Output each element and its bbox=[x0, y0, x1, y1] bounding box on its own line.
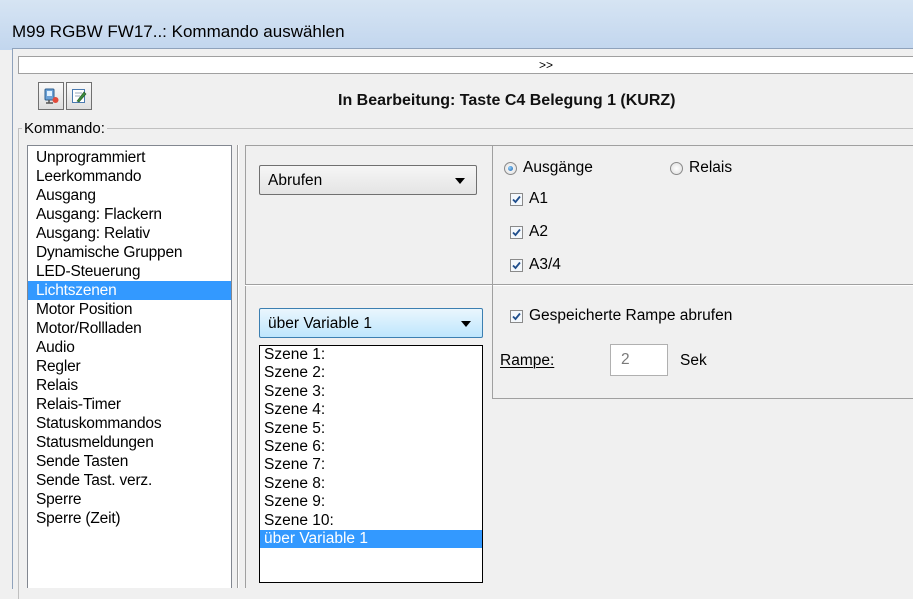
dropdown-option[interactable]: Szene 4: bbox=[260, 401, 482, 419]
dropdown-option[interactable]: Szene 2: bbox=[260, 364, 482, 382]
dropdown-option[interactable]: Szene 6: bbox=[260, 438, 482, 456]
expander-label: >> bbox=[539, 58, 554, 72]
checkmark-icon bbox=[510, 192, 523, 206]
chevron-down-icon bbox=[461, 321, 471, 327]
radio-icon bbox=[670, 161, 683, 175]
dropdown-option[interactable]: Szene 3: bbox=[260, 383, 482, 401]
action-combo[interactable]: Abrufen bbox=[259, 165, 477, 195]
edit-document-icon bbox=[72, 89, 87, 103]
checkbox-a1[interactable]: A1 bbox=[510, 190, 548, 208]
list-item[interactable]: Relais-Timer bbox=[28, 395, 231, 414]
list-item[interactable]: Motor Position bbox=[28, 300, 231, 319]
dropdown-option[interactable]: Szene 7: bbox=[260, 456, 482, 474]
list-item[interactable]: Relais bbox=[28, 376, 231, 395]
scene-combo[interactable]: über Variable 1 bbox=[259, 308, 483, 338]
list-item[interactable]: Dynamische Gruppen bbox=[28, 243, 231, 262]
chevron-down-icon bbox=[455, 178, 465, 184]
divider bbox=[238, 145, 239, 588]
list-item[interactable]: Statusmeldungen bbox=[28, 433, 231, 452]
action-combo-value: Abrufen bbox=[268, 172, 323, 189]
radio-ausgaenge[interactable]: Ausgänge bbox=[504, 159, 593, 177]
ramp-unit: Sek bbox=[680, 352, 707, 369]
divider bbox=[245, 145, 913, 146]
dropdown-option[interactable]: Szene 1: bbox=[260, 346, 482, 364]
checkbox-a3-4[interactable]: A3/4 bbox=[510, 256, 561, 274]
dropdown-option[interactable]: Szene 10: bbox=[260, 512, 482, 530]
list-item[interactable]: Motor/Rollladen bbox=[28, 319, 231, 338]
checkbox-saved-ramp-label: Gespeicherte Rampe abrufen bbox=[529, 307, 733, 324]
checkmark-icon bbox=[510, 309, 523, 323]
checkbox-a3-4-label: A3/4 bbox=[529, 256, 561, 273]
dropdown-option-selected[interactable]: über Variable 1 bbox=[260, 529, 482, 549]
list-item[interactable]: Ausgang bbox=[28, 186, 231, 205]
ramp-label: Rampe: bbox=[500, 352, 555, 369]
program-button[interactable] bbox=[38, 82, 64, 110]
list-item[interactable]: Statuskommandos bbox=[28, 414, 231, 433]
list-item[interactable]: Leerkommando bbox=[28, 167, 231, 186]
list-item[interactable]: Sperre bbox=[28, 490, 231, 509]
checkbox-saved-ramp[interactable]: Gespeicherte Rampe abrufen bbox=[510, 307, 732, 325]
dropdown-option[interactable]: Szene 8: bbox=[260, 475, 482, 493]
list-item[interactable]: Regler bbox=[28, 357, 231, 376]
checkbox-a2-label: A2 bbox=[529, 223, 548, 240]
divider bbox=[245, 145, 246, 588]
scene-dropdown-list[interactable]: Szene 1: Szene 2: Szene 3: Szene 4: Szen… bbox=[259, 345, 483, 583]
list-item[interactable]: Sperre (Zeit) bbox=[28, 509, 231, 528]
divider bbox=[492, 145, 493, 398]
dropdown-option[interactable]: Szene 5: bbox=[260, 420, 482, 438]
checkmark-icon bbox=[510, 225, 523, 239]
window-title: M99 RGBW FW17..: Kommando auswählen bbox=[12, 22, 345, 41]
expander-bar[interactable]: >> bbox=[18, 56, 913, 74]
command-group-label: Kommando: bbox=[22, 120, 107, 137]
list-item[interactable]: Unprogrammiert bbox=[28, 148, 231, 167]
list-item[interactable]: Audio bbox=[28, 338, 231, 357]
title-bar: M99 RGBW FW17..: Kommando auswählen bbox=[0, 0, 913, 50]
list-item[interactable]: Ausgang: Relativ bbox=[28, 224, 231, 243]
list-item[interactable]: Sende Tasten bbox=[28, 452, 231, 471]
list-item[interactable]: LED-Steuerung bbox=[28, 262, 231, 281]
device-icon bbox=[44, 88, 59, 104]
ramp-input[interactable]: 2 bbox=[610, 344, 668, 376]
edit-button[interactable] bbox=[66, 82, 92, 110]
scene-combo-value: über Variable 1 bbox=[268, 315, 372, 332]
checkmark-icon bbox=[510, 258, 523, 272]
divider bbox=[492, 398, 913, 399]
dropdown-option[interactable]: Szene 9: bbox=[260, 493, 482, 511]
checkbox-a2[interactable]: A2 bbox=[510, 223, 548, 241]
divider bbox=[245, 285, 913, 286]
radio-relais-label: Relais bbox=[689, 159, 733, 176]
edit-title: In Bearbeitung: Taste C4 Belegung 1 (KUR… bbox=[338, 92, 676, 109]
list-item-selected[interactable]: Lichtszenen bbox=[28, 281, 231, 300]
list-item[interactable]: Sende Tast. verz. bbox=[28, 471, 231, 490]
command-list[interactable]: Unprogrammiert Leerkommando Ausgang Ausg… bbox=[27, 145, 232, 588]
radio-ausgaenge-label: Ausgänge bbox=[523, 159, 593, 176]
radio-selected-icon bbox=[504, 161, 517, 175]
radio-relais[interactable]: Relais bbox=[670, 159, 732, 177]
list-item[interactable]: Ausgang: Flackern bbox=[28, 205, 231, 224]
checkbox-a1-label: A1 bbox=[529, 190, 548, 207]
